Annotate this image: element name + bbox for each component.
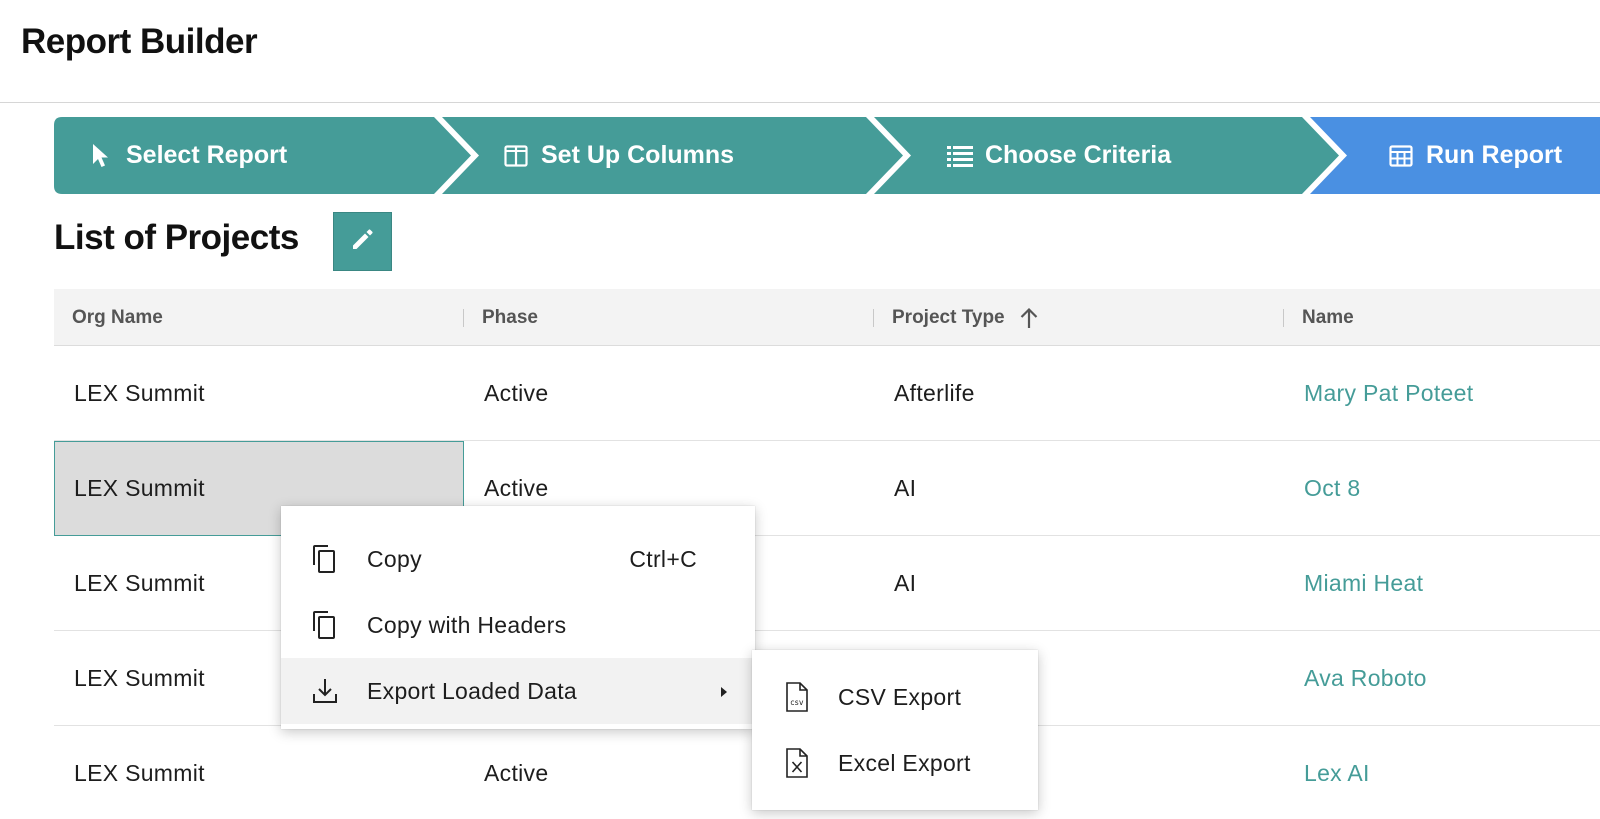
columns-icon (503, 143, 529, 169)
sort-ascending-icon (1019, 307, 1039, 329)
submenu-arrow-icon (721, 687, 727, 697)
export-submenu: csv CSV Export Excel Export (752, 650, 1038, 810)
app-header: Report Builder (0, 0, 1600, 103)
column-header-name[interactable]: Name (1302, 289, 1354, 346)
step-label: Choose Criteria (985, 141, 1172, 169)
menu-item-label: Export Loaded Data (367, 677, 577, 704)
menu-item-copy[interactable]: Copy Ctrl+C (281, 526, 755, 592)
step-choose-criteria[interactable]: Choose Criteria (947, 117, 1171, 194)
step-select-report[interactable]: Select Report (88, 117, 287, 194)
column-header-org-name[interactable]: Org Name (72, 289, 163, 346)
menu-item-csv-export[interactable]: csv CSV Export (752, 664, 1038, 730)
step-set-up-columns[interactable]: Set Up Columns (503, 117, 734, 194)
table-icon (1388, 143, 1414, 169)
step-run-report[interactable]: Run Report (1388, 117, 1562, 194)
menu-item-excel-export[interactable]: Excel Export (752, 730, 1038, 796)
menu-item-copy-with-headers[interactable]: Copy with Headers (281, 592, 755, 658)
wizard-stepper: Select Report Set Up Columns Choose Crit… (54, 117, 1600, 194)
step-label: Set Up Columns (541, 141, 735, 169)
copy-icon (309, 543, 341, 575)
column-header-phase[interactable]: Phase (482, 289, 538, 346)
svg-text:csv: csv (790, 698, 804, 707)
context-menu: Copy Ctrl+C Copy with Headers Export Loa… (281, 506, 755, 729)
cell-project-type[interactable]: AI (874, 536, 1284, 631)
edit-report-button[interactable] (333, 212, 392, 271)
cell-name-link[interactable]: Miami Heat (1284, 536, 1600, 631)
pencil-icon (350, 226, 376, 257)
menu-item-label: Copy (367, 545, 422, 572)
copy-icon (309, 609, 341, 641)
step-label: Select Report (126, 141, 288, 169)
cell-name-link[interactable]: Mary Pat Poteet (1284, 346, 1600, 441)
menu-item-label: Excel Export (838, 749, 971, 776)
column-resize-handle[interactable] (1283, 309, 1284, 327)
cell-name-link[interactable]: Oct 8 (1284, 441, 1600, 536)
cell-project-type[interactable]: AI (874, 441, 1284, 536)
column-resize-handle[interactable] (873, 309, 874, 327)
column-header-label: Project Type (892, 306, 1005, 328)
cell-name-link[interactable]: Ava Roboto (1284, 631, 1600, 726)
page-title: Report Builder (21, 22, 258, 61)
excel-file-icon (780, 747, 812, 779)
menu-item-label: CSV Export (838, 683, 962, 710)
menu-item-shortcut: Ctrl+C (629, 545, 697, 572)
step-label: Run Report (1426, 141, 1563, 169)
grid-header: Org Name Phase Project Type Name (54, 289, 1600, 346)
list-icon (947, 143, 973, 169)
cell-project-type[interactable]: Afterlife (874, 346, 1284, 441)
csv-file-icon: csv (780, 681, 812, 713)
table-row[interactable]: LEX Summit Active Afterlife Mary Pat Pot… (54, 346, 1600, 441)
cell-phase[interactable]: Active (464, 346, 874, 441)
menu-item-label: Copy with Headers (367, 611, 567, 638)
column-header-project-type[interactable]: Project Type (892, 289, 1039, 346)
download-icon (309, 675, 341, 707)
cell-name-link[interactable]: Lex AI (1284, 726, 1600, 819)
cell-org-name[interactable]: LEX Summit (54, 346, 464, 441)
cell-org-name[interactable]: LEX Summit (54, 726, 464, 819)
cursor-icon (88, 143, 114, 169)
report-title: List of Projects (54, 218, 299, 257)
menu-item-export-loaded-data[interactable]: Export Loaded Data (281, 658, 755, 724)
column-resize-handle[interactable] (463, 309, 464, 327)
